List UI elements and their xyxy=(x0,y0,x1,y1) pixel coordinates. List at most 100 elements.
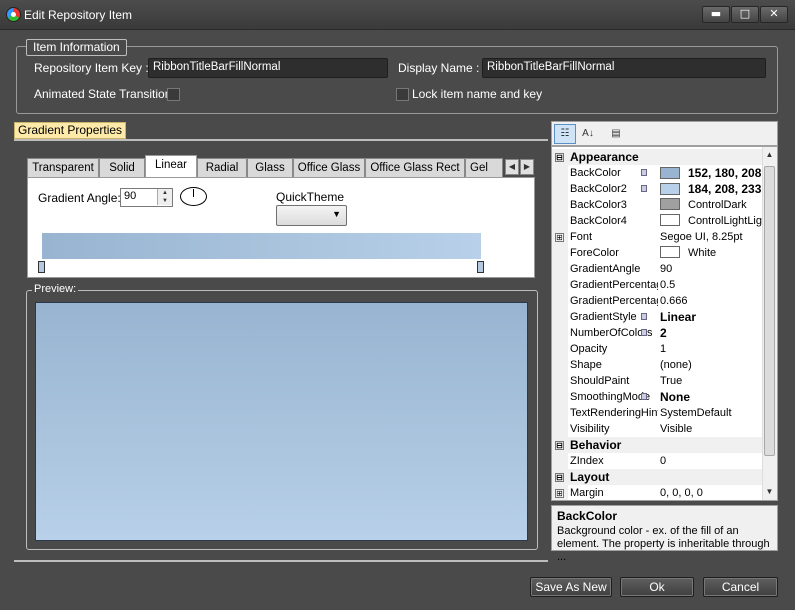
property-row[interactable]: Shape (none) xyxy=(552,357,763,373)
property-value[interactable]: 184, 208, 233 xyxy=(660,181,763,198)
property-value[interactable]: Segoe UI, 8.25pt xyxy=(660,229,763,245)
property-value[interactable]: Linear xyxy=(660,309,763,326)
property-row[interactable]: GradientStyle Linear xyxy=(552,309,763,325)
property-row[interactable]: BackColor2 184, 208, 233 xyxy=(552,181,763,197)
property-value-text: 0, 0, 0, 0 xyxy=(660,487,703,499)
row-gutter xyxy=(552,261,568,277)
property-row[interactable]: ZIndex 0 xyxy=(552,453,763,469)
property-value[interactable]: SystemDefault xyxy=(660,405,763,421)
row-gutter xyxy=(552,197,568,213)
property-row[interactable]: ForeColor White xyxy=(552,245,763,261)
app-icon xyxy=(6,7,21,22)
angle-dial-icon[interactable] xyxy=(180,187,207,206)
scroll-down-icon[interactable]: ▼ xyxy=(762,484,777,500)
spin-down-icon[interactable]: ▼ xyxy=(157,197,172,205)
property-value[interactable]: ControlLightLight xyxy=(660,213,763,229)
row-gutter xyxy=(552,325,568,341)
tab-linear[interactable]: Linear xyxy=(145,155,197,177)
tab-solid[interactable]: Solid xyxy=(99,158,145,177)
property-row[interactable]: Opacity 1 xyxy=(552,341,763,357)
scrollbar-thumb[interactable] xyxy=(764,166,775,456)
property-row[interactable]: BackColor 152, 180, 208 xyxy=(552,165,763,181)
sort-az-icon[interactable]: A↓ xyxy=(577,124,599,144)
property-row[interactable]: GradientAngle 90 xyxy=(552,261,763,277)
tab-scroll-left-icon[interactable]: ◀ xyxy=(505,159,519,175)
property-row[interactable]: ⊞ Margin 0, 0, 0, 0 xyxy=(552,485,763,500)
property-value-text: 0.5 xyxy=(660,279,676,291)
cancel-button[interactable]: Cancel xyxy=(703,577,778,597)
property-category[interactable]: ⊟ Layout xyxy=(552,469,763,485)
color-swatch xyxy=(660,198,680,210)
tab-gel[interactable]: Gel xyxy=(465,158,503,177)
ok-button[interactable]: Ok xyxy=(620,577,694,597)
property-value[interactable]: 152, 180, 208 xyxy=(660,165,763,182)
property-row[interactable]: ⊞ Font Segoe UI, 8.25pt xyxy=(552,229,763,245)
property-row[interactable]: NumberOfColors 2 xyxy=(552,325,763,341)
property-value[interactable]: 0, 0, 0, 0 xyxy=(660,485,763,500)
property-category[interactable]: ⊟ Appearance xyxy=(552,149,763,165)
close-button[interactable]: ✕ xyxy=(760,6,788,23)
property-value[interactable]: 90 xyxy=(660,261,763,277)
property-name: GradientPercentage xyxy=(570,279,658,291)
collapse-icon[interactable]: ⊟ xyxy=(555,441,564,450)
repository-key-field[interactable]: RibbonTitleBarFillNormal xyxy=(148,58,388,78)
row-gutter: ⊞ xyxy=(552,485,568,500)
expand-icon[interactable]: ⊞ xyxy=(555,233,564,242)
color-swatch xyxy=(660,214,680,226)
property-value[interactable]: Visible xyxy=(660,421,763,437)
tab-office-glass-rect[interactable]: Office Glass Rect xyxy=(365,158,465,177)
tab-office-glass[interactable]: Office Glass xyxy=(293,158,365,177)
property-row[interactable]: GradientPercentage20.666 xyxy=(552,293,763,309)
minimize-button[interactable]: ▬ xyxy=(702,6,730,23)
property-value[interactable]: None xyxy=(660,389,763,406)
row-gutter xyxy=(552,277,568,293)
property-name: Margin xyxy=(570,487,604,499)
property-row[interactable]: TextRenderingHint SystemDefault xyxy=(552,405,763,421)
item-information-legend: Item Information xyxy=(26,39,127,56)
gradient-stop-end[interactable] xyxy=(477,261,484,273)
property-value-text: (none) xyxy=(660,359,692,371)
tab-radial[interactable]: Radial xyxy=(197,158,247,177)
property-pages-icon[interactable]: ▤ xyxy=(605,124,627,144)
property-name: TextRenderingHint xyxy=(570,407,658,419)
property-name: Shape xyxy=(570,359,602,371)
property-value[interactable]: 0.5 xyxy=(660,277,763,293)
property-row[interactable]: SmoothingMode None xyxy=(552,389,763,405)
animated-transition-checkbox[interactable] xyxy=(167,88,180,101)
maximize-button[interactable]: □ xyxy=(731,6,759,23)
scroll-up-icon[interactable]: ▲ xyxy=(762,147,777,163)
property-value[interactable]: White xyxy=(660,245,763,261)
property-name: GradientAngle xyxy=(570,263,641,275)
tab-scroll-right-icon[interactable]: ▶ xyxy=(520,159,534,175)
property-value[interactable]: (none) xyxy=(660,357,763,373)
save-as-new-button[interactable]: Save As New xyxy=(530,577,612,597)
property-value[interactable]: 0 xyxy=(660,453,763,469)
property-value[interactable]: 2 xyxy=(660,325,763,342)
categorized-icon[interactable]: ☷ xyxy=(554,124,576,144)
expand-icon[interactable]: ⊞ xyxy=(555,489,564,498)
quicktheme-dropdown[interactable]: ▼ xyxy=(276,205,347,226)
property-category[interactable]: ⊟ Behavior xyxy=(552,437,763,453)
property-value[interactable]: True xyxy=(660,373,763,389)
property-value[interactable]: 0.666 xyxy=(660,293,763,309)
property-row[interactable]: GradientPercentage0.5 xyxy=(552,277,763,293)
property-help-panel: BackColor Background color - ex. of the … xyxy=(551,505,778,563)
property-value[interactable]: ControlDark xyxy=(660,197,763,213)
row-gutter xyxy=(552,357,568,373)
tab-transparent[interactable]: Transparent xyxy=(27,158,99,177)
property-value[interactable]: 1 xyxy=(660,341,763,357)
property-row[interactable]: BackColor3 ControlDark xyxy=(552,197,763,213)
tab-glass[interactable]: Glass xyxy=(247,158,293,177)
property-row[interactable]: BackColor4 ControlLightLight xyxy=(552,213,763,229)
lock-item-checkbox[interactable] xyxy=(396,88,409,101)
display-name-field[interactable]: RibbonTitleBarFillNormal xyxy=(482,58,766,78)
property-row[interactable]: ShouldPaint True xyxy=(552,373,763,389)
property-name: GradientPercentage2 xyxy=(570,295,658,307)
spin-up-icon[interactable]: ▲ xyxy=(157,189,172,197)
collapse-icon[interactable]: ⊟ xyxy=(555,473,564,482)
category-name: Behavior xyxy=(570,438,622,452)
collapse-icon[interactable]: ⊟ xyxy=(555,153,564,162)
gradient-stop-start[interactable] xyxy=(38,261,45,273)
property-value-text: 90 xyxy=(660,263,673,275)
property-row[interactable]: Visibility Visible xyxy=(552,421,763,437)
